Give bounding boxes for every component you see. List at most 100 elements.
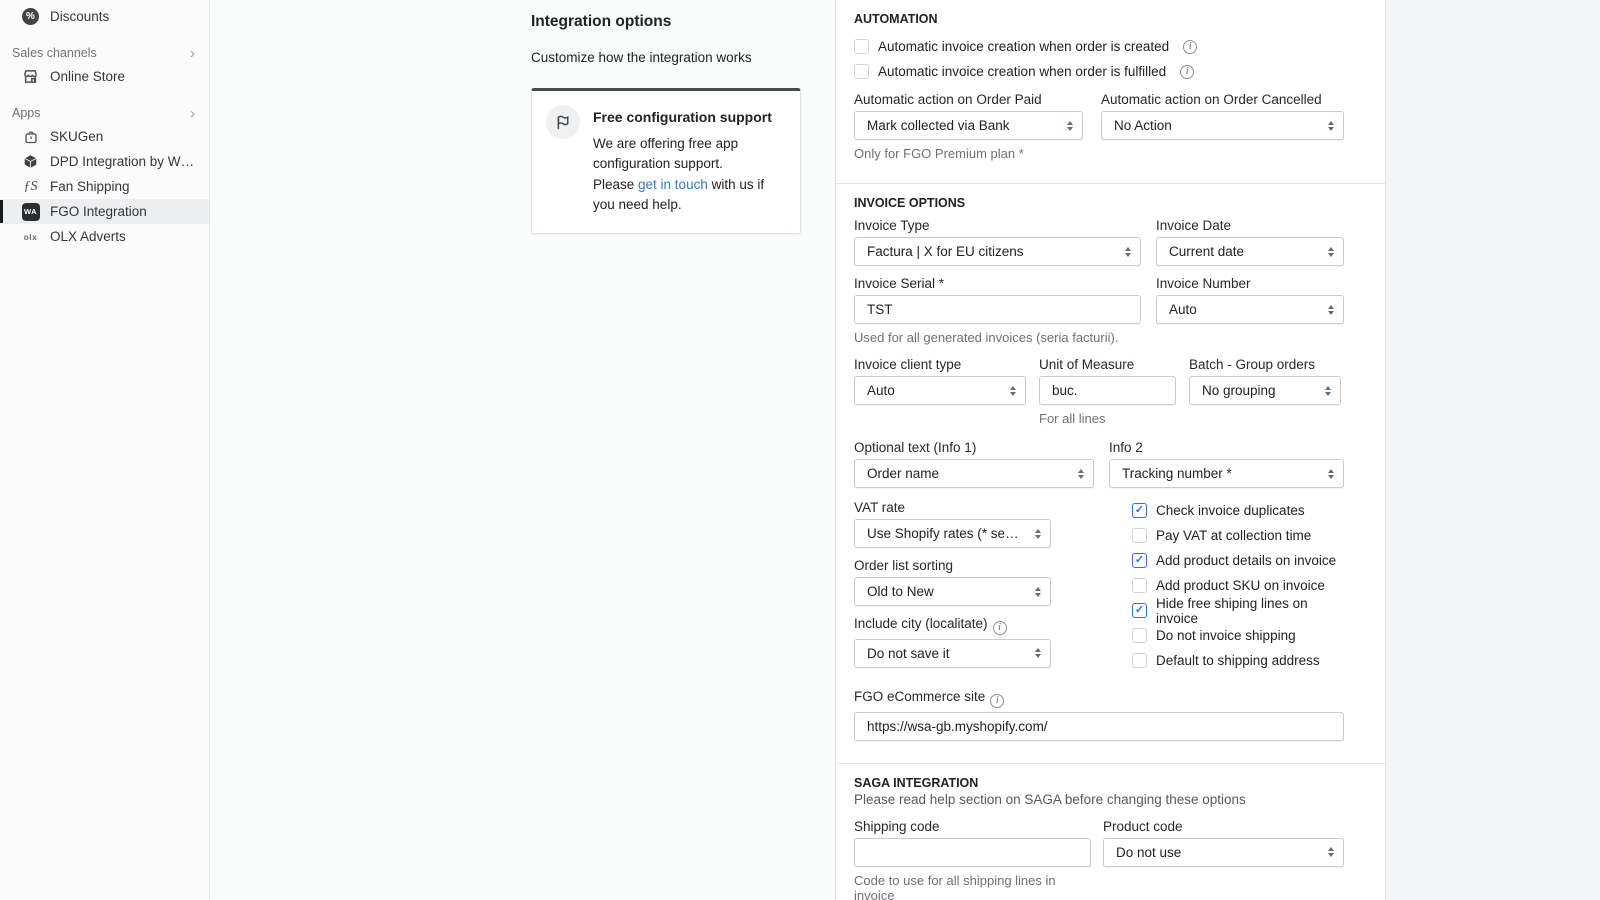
settings-description-column: Integration options Customize how the in… bbox=[210, 0, 835, 900]
info1-field: Optional text (Info 1) Order name bbox=[854, 440, 1094, 488]
field-label: Automatic action on Order Cancelled bbox=[1101, 92, 1322, 107]
batch-group-select[interactable]: No grouping bbox=[1189, 376, 1341, 405]
order-sorting-select[interactable]: Old to New bbox=[854, 577, 1051, 606]
field-label: Order list sorting bbox=[854, 558, 954, 573]
checkbox-label: Add product details on invoice bbox=[1156, 553, 1337, 568]
sidebar-item-olx-adverts[interactable]: olx OLX Adverts bbox=[0, 224, 209, 249]
invoice-number-select[interactable]: Auto bbox=[1156, 295, 1344, 324]
select-caret-icon bbox=[1010, 385, 1016, 396]
field-label: Invoice Serial * bbox=[854, 276, 945, 291]
field-label: Invoice Number bbox=[1156, 276, 1251, 291]
invoice-serial-field: Invoice Serial * Used for all generated … bbox=[854, 276, 1141, 345]
sidebar: % Discounts Sales channels › Online Stor… bbox=[0, 0, 210, 900]
sidebar-item-label: DPD Integration by WSAs... bbox=[50, 154, 199, 169]
sidebar-section-sales-channels[interactable]: Sales channels › bbox=[0, 42, 209, 64]
order-paid-field: Automatic action on Order Paid Mark coll… bbox=[854, 92, 1083, 161]
ecommerce-site-field: FGO eCommerce site i bbox=[854, 689, 1344, 741]
order-paid-select[interactable]: Mark collected via Bank bbox=[854, 111, 1083, 140]
invoice-checkbox-row: ✓ Check invoice duplicates bbox=[1132, 498, 1344, 523]
order-cancelled-select[interactable]: No Action bbox=[1101, 111, 1344, 140]
info-icon[interactable]: i bbox=[990, 693, 1005, 708]
checkbox[interactable] bbox=[854, 64, 869, 79]
info1-select[interactable]: Order name bbox=[854, 459, 1094, 488]
checkbox-label: Automatic invoice creation when order is… bbox=[878, 64, 1167, 79]
select-caret-icon bbox=[1328, 847, 1334, 857]
select-caret-icon bbox=[1035, 648, 1041, 658]
checkbox[interactable] bbox=[1132, 653, 1147, 668]
checkbox[interactable] bbox=[854, 39, 869, 54]
sidebar-item-fgo-integration[interactable]: WA FGO Integration bbox=[0, 199, 209, 224]
product-code-field: Product code Do not use bbox=[1103, 819, 1344, 900]
product-code-select[interactable]: Do not use bbox=[1103, 837, 1344, 867]
field-label: Automatic action on Order Paid bbox=[854, 92, 1042, 107]
checkbox-label: Pay VAT at collection time bbox=[1156, 528, 1312, 543]
vat-rate-select[interactable]: Use Shopify rates (* see help) bbox=[854, 519, 1051, 548]
include-city-field: Include city (localitate) i Do not save i… bbox=[854, 616, 1051, 668]
support-card-text: We are offering free app configuration s… bbox=[593, 136, 765, 212]
section-divider bbox=[836, 183, 1385, 184]
sidebar-section-apps[interactable]: Apps › bbox=[0, 102, 209, 124]
page-title: Integration options bbox=[531, 13, 672, 30]
sidebar-item-fan-shipping[interactable]: ƒS Fan Shipping bbox=[0, 174, 209, 199]
invoice-checkbox-list: ✓ Check invoice duplicates Pay VAT at co… bbox=[1132, 498, 1344, 673]
field-help: Used for all generated invoices (seria f… bbox=[854, 330, 1119, 345]
checkbox[interactable] bbox=[1132, 628, 1147, 643]
checkbox[interactable] bbox=[1132, 528, 1147, 543]
checkbox[interactable]: ✓ bbox=[1132, 603, 1147, 618]
sidebar-item-skugen[interactable]: SKUGen bbox=[0, 124, 209, 149]
select-caret-icon bbox=[1328, 120, 1334, 131]
sidebar-item-online-store[interactable]: Online Store bbox=[0, 64, 209, 89]
saga-section-subtitle: Please read help section on SAGA before … bbox=[854, 791, 1246, 807]
include-city-select[interactable]: Do not save it bbox=[854, 638, 1051, 668]
sidebar-item-discounts[interactable]: % Discounts bbox=[0, 4, 209, 29]
field-label: FGO eCommerce site i bbox=[854, 689, 1344, 708]
select-caret-icon bbox=[1328, 468, 1334, 479]
vat-and-options-block: VAT rate Use Shopify rates (* see help) … bbox=[854, 500, 1344, 673]
storefront-icon bbox=[21, 67, 40, 86]
support-card-body: Free configuration support We are offeri… bbox=[593, 105, 785, 215]
checkbox[interactable]: ✓ bbox=[1132, 553, 1147, 568]
invoice-date-select[interactable]: Current date bbox=[1156, 237, 1344, 266]
field-label: Product code bbox=[1103, 818, 1183, 834]
field-label: Shipping code bbox=[854, 818, 940, 834]
free-support-card: Free configuration support We are offeri… bbox=[531, 88, 801, 234]
select-caret-icon bbox=[1067, 120, 1073, 131]
field-help: Code to use for all shipping lines in in… bbox=[854, 872, 1056, 900]
shipping-code-input[interactable] bbox=[854, 837, 1091, 867]
invoice-type-select[interactable]: Factura | X for EU citizens bbox=[854, 237, 1141, 266]
client-type-select[interactable]: Auto bbox=[854, 376, 1026, 405]
checkbox[interactable]: ✓ bbox=[1132, 503, 1147, 518]
checkbox-label: Add product SKU on invoice bbox=[1156, 578, 1325, 593]
info-texts-row: Optional text (Info 1) Order name Info 2… bbox=[854, 440, 1344, 488]
info-icon[interactable]: i bbox=[992, 620, 1007, 635]
info-icon[interactable]: i bbox=[1183, 39, 1198, 54]
sidebar-item-label: Online Store bbox=[50, 69, 126, 84]
client-type-row: Invoice client type Auto Unit of Measure… bbox=[854, 357, 1344, 426]
checkbox-label: Default to shipping address bbox=[1156, 653, 1320, 668]
unit-of-measure-input[interactable] bbox=[1039, 376, 1176, 405]
sidebar-item-dpd-integration[interactable]: DPD Integration by WSAs... bbox=[0, 149, 209, 174]
info2-field: Info 2 Tracking number * bbox=[1109, 440, 1344, 488]
saga-section-header: SAGA INTEGRATION bbox=[854, 775, 979, 790]
info2-select[interactable]: Tracking number * bbox=[1109, 459, 1344, 488]
sidebar-item-label: Fan Shipping bbox=[50, 179, 130, 194]
unit-of-measure-field: Unit of Measure For all lines bbox=[1039, 357, 1176, 426]
settings-form-panel: AUTOMATION Automatic invoice creation wh… bbox=[835, 0, 1386, 900]
invoice-checkbox-row: Add product SKU on invoice bbox=[1132, 573, 1344, 598]
get-in-touch-link[interactable]: get in touch bbox=[638, 177, 708, 192]
select-caret-icon bbox=[1328, 304, 1334, 315]
vat-left-column: VAT rate Use Shopify rates (* see help) … bbox=[854, 500, 1051, 673]
sidebar-item-label: OLX Adverts bbox=[50, 229, 126, 244]
select-caret-icon bbox=[1125, 246, 1131, 257]
field-label: Info 2 bbox=[1109, 440, 1143, 455]
info-icon[interactable]: i bbox=[1180, 64, 1195, 79]
vat-rate-field: VAT rate Use Shopify rates (* see help) bbox=[854, 500, 1051, 548]
fan-shipping-app-icon: ƒS bbox=[23, 178, 38, 194]
invoice-serial-input[interactable] bbox=[854, 295, 1141, 324]
checkbox[interactable] bbox=[1132, 578, 1147, 593]
checkbox-label: Hide free shiping lines on invoice bbox=[1156, 595, 1308, 626]
ecommerce-site-input[interactable] bbox=[854, 711, 1344, 741]
field-label: Invoice client type bbox=[854, 357, 962, 372]
field-label: Invoice Date bbox=[1156, 218, 1232, 233]
package-cube-icon bbox=[21, 152, 40, 171]
